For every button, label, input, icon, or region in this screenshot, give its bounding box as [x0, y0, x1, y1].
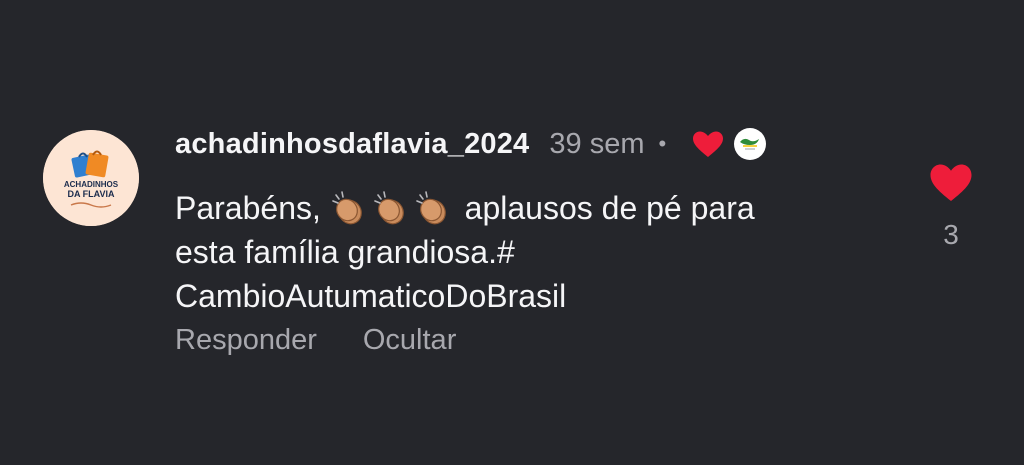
comment-header: achadinhosdaflavia_2024 39 sem • — [175, 124, 767, 164]
creator-liked-heart-icon — [693, 131, 724, 157]
comment-item: ACHADINHOS DA FLAVIA achadinhosdaflavia_… — [0, 0, 1024, 465]
brand-logo-icon: ACHADINHOS DA FLAVIA — [43, 130, 139, 226]
comment-line-2: esta família grandiosa.# — [175, 234, 515, 270]
clap-emoji-group — [330, 190, 465, 226]
comment-actions: Responder Ocultar — [175, 324, 456, 357]
hide-button[interactable]: Ocultar — [363, 324, 456, 357]
like-control: 3 — [928, 163, 974, 251]
commenter-avatar[interactable]: ACHADINHOS DA FLAVIA — [43, 130, 139, 226]
creator-avatar — [734, 128, 767, 160]
like-count: 3 — [943, 219, 959, 250]
comment-text: Parabéns, aplausos de pé para esta famíl… — [175, 186, 875, 318]
reply-button[interactable]: Responder — [175, 324, 317, 357]
clapping-hands-icon — [373, 191, 404, 225]
separator-dot: • — [658, 131, 667, 156]
clapping-hands-icon — [331, 191, 362, 225]
creator-logo-icon — [740, 138, 760, 150]
brand-logo-text-1: ACHADINHOS — [64, 180, 119, 189]
comment-text-part-2: aplausos de pé para — [464, 190, 755, 226]
comment-time: 39 sem — [549, 127, 645, 160]
brand-logo-text-2: DA FLAVIA — [68, 189, 115, 199]
comment-text-part-1: Parabéns, — [175, 190, 321, 226]
like-heart-icon[interactable] — [929, 163, 973, 203]
clapping-hands-icon — [415, 191, 446, 225]
username[interactable]: achadinhosdaflavia_2024 — [175, 128, 529, 161]
comment-line-3[interactable]: CambioAutumaticoDoBrasil — [175, 274, 875, 318]
comment-line-1: Parabéns, aplausos de pé para — [175, 186, 875, 230]
